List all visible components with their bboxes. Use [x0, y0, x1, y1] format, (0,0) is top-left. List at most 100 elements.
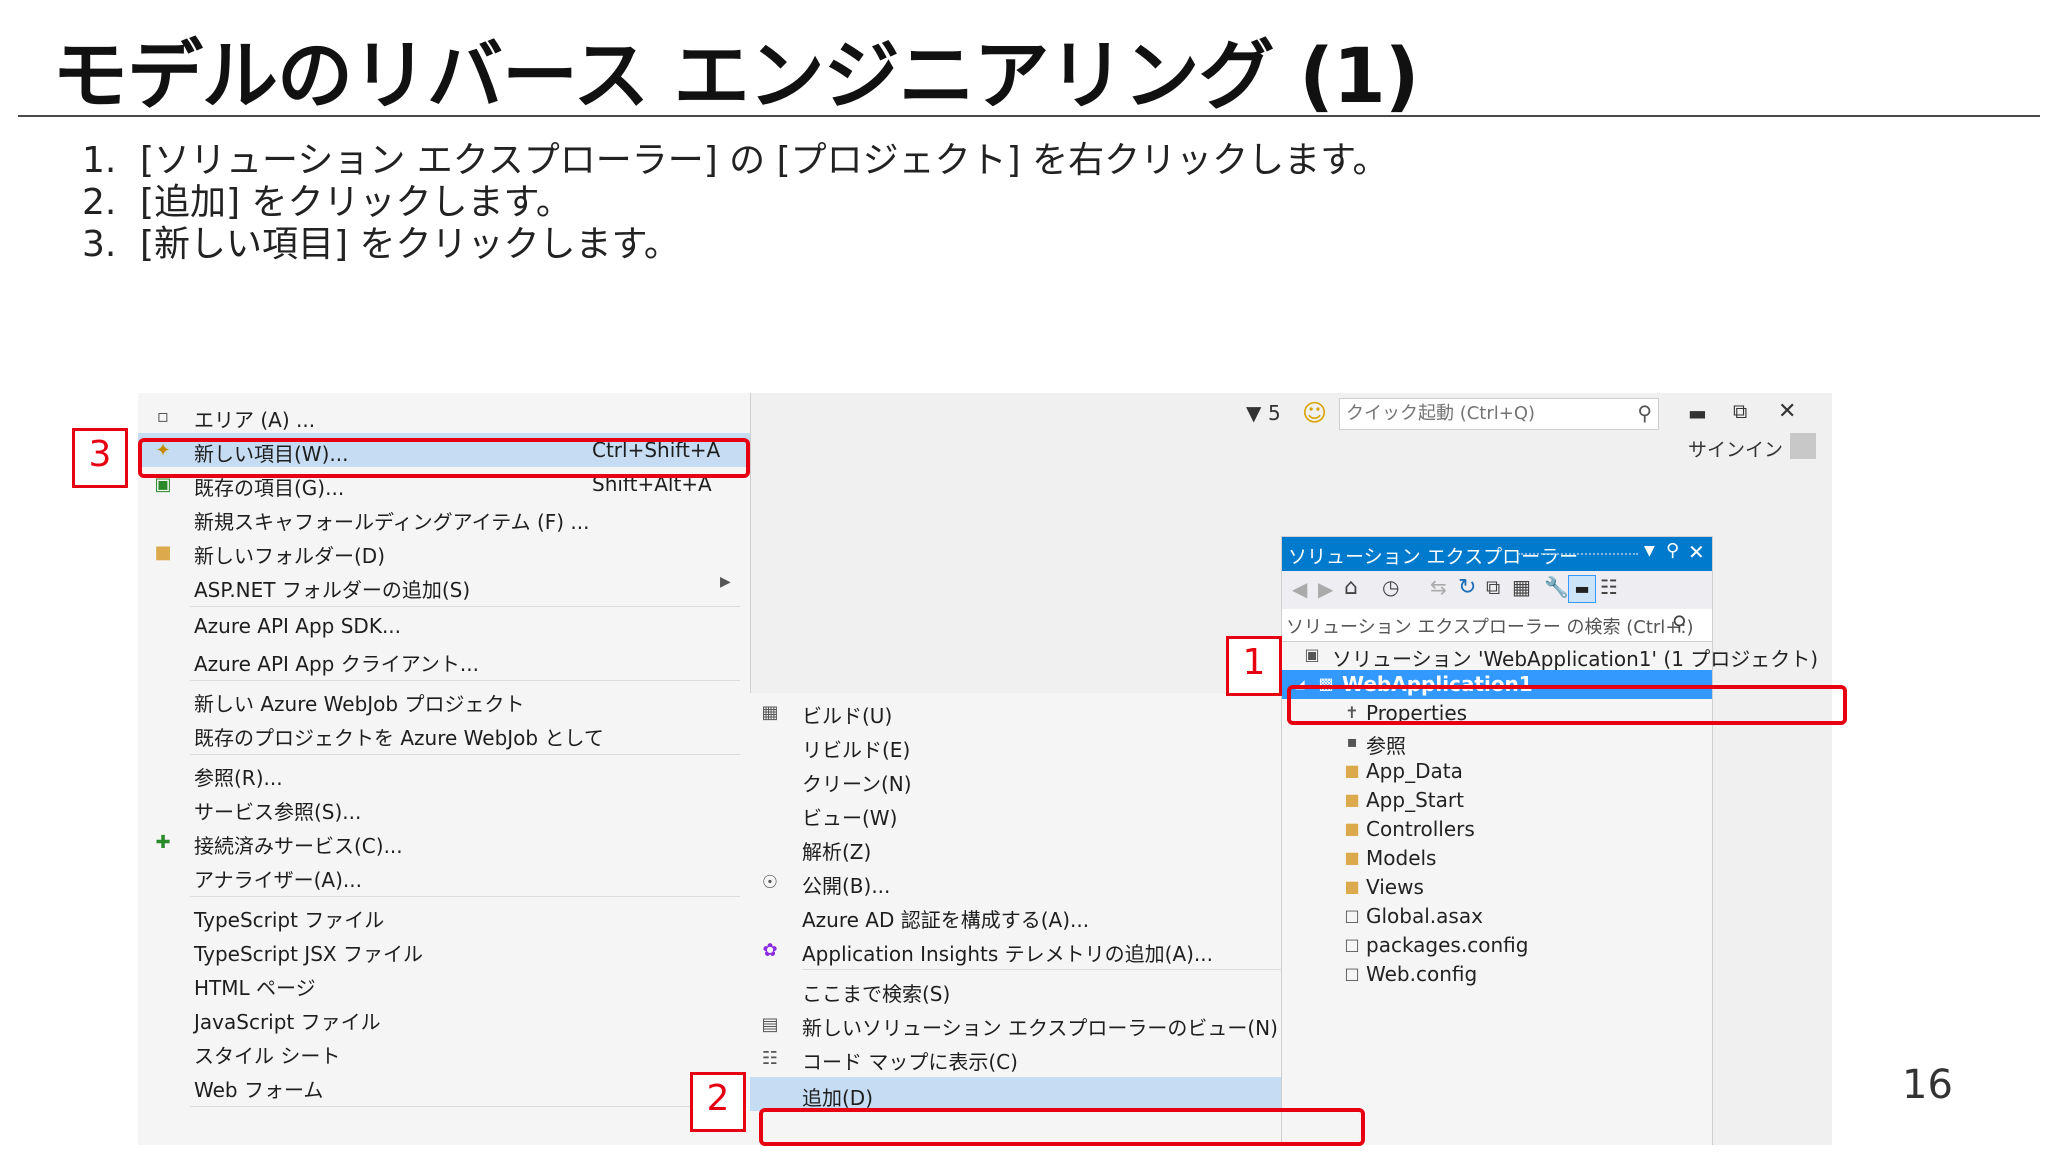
- file-icon: □: [1344, 906, 1360, 925]
- quick-launch-input[interactable]: [1340, 399, 1622, 427]
- solution-search-box[interactable]: ソリューション エクスプローラー の検索 (Ctrl+:) ⚲: [1282, 609, 1712, 642]
- folder-icon: ■: [1344, 877, 1360, 896]
- menu-item-new-se-view[interactable]: ▤ 新しいソリューション エクスプローラーのビュー(N): [750, 1007, 1348, 1041]
- folder-icon: ■: [1344, 848, 1360, 867]
- quick-launch-box[interactable]: ⚲: [1339, 398, 1659, 430]
- callout-number-1: 1: [1226, 636, 1282, 696]
- menu-item-code-map[interactable]: ☷ コード マップに表示(C): [750, 1041, 1348, 1075]
- menu-item-area[interactable]: ▫ エリア (A) ...: [138, 399, 750, 433]
- callout-number-3: 3: [72, 428, 128, 488]
- properties-wrench-icon[interactable]: 🔧: [1544, 575, 1569, 599]
- back-icon[interactable]: ◀: [1292, 577, 1307, 601]
- menu-item-typescript[interactable]: TypeScript ファイル: [138, 899, 750, 933]
- menu-item-scaffold[interactable]: 新規スキャフォールディングアイテム (F) ...: [138, 501, 750, 535]
- menu-separator: [190, 754, 740, 755]
- new-folder-icon: ■: [154, 542, 172, 563]
- menu-item-new-webjob[interactable]: 新しい Azure WebJob プロジェクト: [138, 683, 750, 717]
- menu-separator: [802, 969, 1342, 970]
- dropdown-icon[interactable]: ▼: [1644, 543, 1655, 559]
- menu-separator: [190, 680, 740, 681]
- menu-item-find-here[interactable]: ここまで検索(S): [750, 973, 1348, 1007]
- search-icon: ⚲: [1672, 611, 1687, 635]
- copy-icon[interactable]: ▦: [1512, 575, 1531, 599]
- minimize-icon[interactable]: ▬: [1688, 401, 1707, 425]
- avatar[interactable]: [1790, 433, 1816, 459]
- slide-title: モデルのリバース エンジニアリング (1): [52, 31, 1419, 120]
- menu-separator: [190, 1106, 740, 1107]
- preview-icon[interactable]: ▬: [1568, 575, 1596, 603]
- drag-grip[interactable]: [1518, 553, 1638, 558]
- menu-separator: [190, 896, 740, 897]
- add-submenu: ▫ エリア (A) ... ✦ 新しい項目(W)... Ctrl+Shift+A…: [138, 393, 751, 1145]
- menu-item-rebuild[interactable]: リビルド(E): [750, 729, 1348, 763]
- feedback-smiley-icon[interactable]: ☺: [1302, 399, 1327, 427]
- folder-icon: ■: [1344, 819, 1360, 838]
- menu-item-clean[interactable]: クリーン(N): [750, 763, 1348, 797]
- solution-icon: ▣: [1304, 645, 1320, 664]
- sync-icon[interactable]: ⇆: [1430, 575, 1447, 599]
- close-icon[interactable]: ✕: [1778, 399, 1796, 424]
- menu-item-publish[interactable]: ☉ 公開(B)...: [750, 865, 1348, 899]
- pin-icon[interactable]: ⚲: [1666, 540, 1679, 561]
- code-map-icon: ☷: [761, 1048, 779, 1069]
- new-view-icon: ▤: [761, 1014, 779, 1035]
- menu-item-new-folder[interactable]: ■ 新しいフォルダー(D): [138, 535, 750, 569]
- close-icon[interactable]: ✕: [1688, 540, 1705, 564]
- notification-count: 5: [1268, 401, 1281, 425]
- solution-explorer-titlebar: ソリューション エクスプローラー ▼ ⚲ ✕: [1282, 537, 1712, 571]
- menu-item-service-reference[interactable]: サービス参照(S)...: [138, 791, 750, 825]
- references-icon: ▪: [1346, 732, 1358, 751]
- connected-service-icon: ✚: [155, 832, 171, 853]
- publish-icon: ☉: [761, 872, 779, 893]
- tree-item-solution[interactable]: ▣ ソリューション 'WebApplication1' (1 プロジェクト): [1282, 641, 1818, 671]
- menu-item-azure-sdk[interactable]: Azure API App SDK...: [138, 609, 750, 643]
- vs-screenshot: ▫ エリア (A) ... ✦ 新しい項目(W)... Ctrl+Shift+A…: [138, 393, 1832, 1145]
- menu-item-javascript[interactable]: JavaScript ファイル: [138, 1001, 750, 1035]
- step-list: 1. [ソリューション エクスプローラー] の [プロジェクト] を右クリックしま…: [82, 140, 1389, 266]
- menu-item-analyze[interactable]: 解析(Z) ▶: [750, 831, 1348, 865]
- area-icon: ▫: [156, 406, 170, 427]
- menu-item-analyzer[interactable]: アナライザー(A)...: [138, 859, 750, 893]
- submenu-arrow-icon: ▶: [720, 574, 731, 590]
- menu-item-build[interactable]: ▦ ビルド(U): [750, 695, 1348, 729]
- file-icon: □: [1344, 935, 1360, 954]
- title-divider: [18, 115, 2040, 117]
- menu-item-app-insights[interactable]: ✿ Application Insights テレメトリの追加(A)...: [750, 933, 1348, 967]
- refresh-icon[interactable]: ↻: [1458, 575, 1476, 600]
- solution-search-placeholder: ソリューション エクスプローラー の検索 (Ctrl+:): [1286, 617, 1694, 638]
- menu-separator: [190, 606, 740, 607]
- step-item: 1. [ソリューション エクスプローラー] の [プロジェクト] を右クリックしま…: [82, 140, 1389, 181]
- callout-number-2: 2: [690, 1072, 746, 1132]
- search-icon: ⚲: [1637, 401, 1652, 425]
- menu-item-connected-service[interactable]: ✚ 接続済みサービス(C)...: [138, 825, 750, 859]
- menu-item-webform[interactable]: Web フォーム: [138, 1069, 750, 1103]
- home-icon[interactable]: ⌂: [1344, 575, 1358, 600]
- restore-icon[interactable]: ⧉: [1733, 399, 1747, 423]
- forward-icon[interactable]: ▶: [1318, 577, 1333, 601]
- menu-item-azure-client[interactable]: Azure API App クライアント...: [138, 643, 750, 677]
- menu-item-azure-ad[interactable]: Azure AD 認証を構成する(A)...: [750, 899, 1348, 933]
- file-icon: □: [1344, 964, 1360, 983]
- callout-highlight-add: [759, 1108, 1365, 1146]
- menu-item-tsx[interactable]: TypeScript JSX ファイル: [138, 933, 750, 967]
- menu-item-reference[interactable]: 参照(R)...: [138, 757, 750, 791]
- menu-item-existing-webjob[interactable]: 既存のプロジェクトを Azure WebJob として: [138, 717, 750, 751]
- menu-item-stylesheet[interactable]: スタイル シート: [138, 1035, 750, 1069]
- build-icon: ▦: [761, 702, 779, 723]
- menu-item-html[interactable]: HTML ページ: [138, 967, 750, 1001]
- class-diagram-icon[interactable]: ☷: [1600, 575, 1618, 599]
- step-item: 3. [新しい項目] をクリックします。: [82, 224, 680, 265]
- solution-explorer-toolbar: ◀ ▶ ⌂ ◷ ⇆ ↻ ⧉ ▦ 🔧 ▬ ☷: [1282, 571, 1712, 609]
- menu-item-add[interactable]: 追加(D) ▶: [750, 1077, 1348, 1111]
- callout-highlight-new-item: [138, 438, 750, 478]
- collapse-all-icon[interactable]: ⧉: [1486, 575, 1500, 599]
- menu-item-aspnet-folder[interactable]: ASP.NET フォルダーの追加(S) ▶: [138, 569, 750, 603]
- folder-icon: ■: [1344, 761, 1360, 780]
- page-number: 16: [1902, 1062, 1953, 1108]
- history-icon[interactable]: ◷: [1382, 575, 1399, 599]
- menu-item-view[interactable]: ビュー(W) ▶: [750, 797, 1348, 831]
- insights-icon: ✿: [762, 940, 778, 961]
- filter-icon[interactable]: ▼: [1246, 401, 1261, 425]
- signin-link[interactable]: サインイン: [1688, 435, 1783, 462]
- step-item: 2. [追加] をクリックします。: [82, 182, 572, 223]
